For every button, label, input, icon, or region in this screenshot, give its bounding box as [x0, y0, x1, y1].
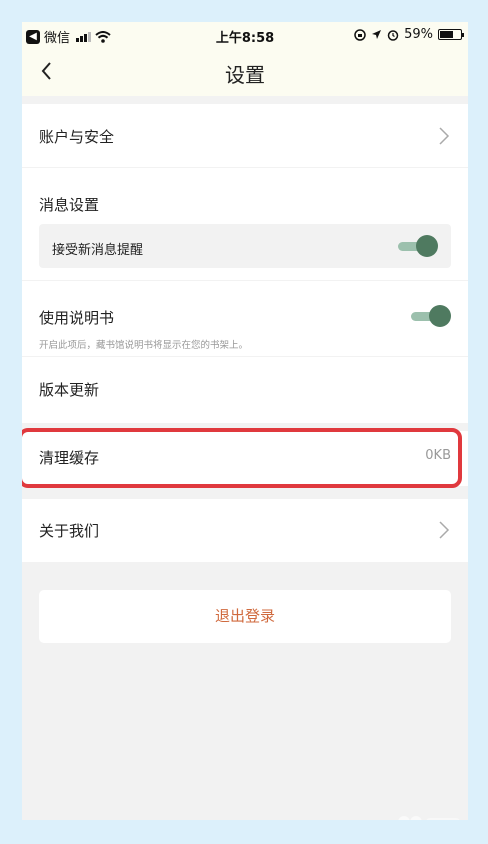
battery-icon	[438, 29, 464, 40]
phone-screen: ◀ 微信 上午8:58 59% 设置 账户与安全 消息设置 接受新消息提醒 使用…	[22, 22, 468, 820]
page-title: 设置	[225, 63, 265, 87]
settings-item-label: 账户与安全	[39, 128, 115, 146]
settings-item-label: 消息设置	[39, 196, 100, 214]
new-message-reminder-toggle[interactable]	[398, 235, 438, 257]
rotation-lock-icon	[354, 28, 366, 41]
chevron-right-icon	[439, 127, 450, 145]
manual-hint: 开启此项后，藏书馆说明书将显示在您的书架上。	[39, 340, 249, 351]
manual-toggle[interactable]	[411, 305, 451, 327]
location-icon	[372, 30, 382, 39]
settings-item-manual: 使用说明书 开启此项后，藏书馆说明书将显示在您的书架上。	[22, 281, 468, 356]
settings-item-about[interactable]: 关于我们	[22, 499, 468, 562]
new-message-reminder-label: 接受新消息提醒	[52, 243, 144, 258]
new-message-reminder-row[interactable]: 接受新消息提醒	[39, 224, 451, 268]
nav-bar: 设置	[22, 48, 468, 96]
settings-item-label: 使用说明书	[39, 309, 115, 327]
settings-item-account[interactable]: 账户与安全	[22, 104, 468, 167]
settings-item-message: 消息设置 接受新消息提醒	[22, 168, 468, 280]
settings-item-version[interactable]: 版本更新	[22, 357, 468, 423]
alarm-icon	[387, 29, 399, 41]
settings-item-label: 关于我们	[39, 522, 100, 540]
status-bar: ◀ 微信 上午8:58 59%	[22, 22, 468, 48]
highlight-box	[22, 428, 462, 488]
chevron-right-icon	[439, 521, 450, 539]
settings-item-label: 版本更新	[39, 381, 100, 399]
battery-percent: 59%	[404, 27, 433, 42]
watermark-logo	[398, 816, 460, 820]
status-right: 59%	[354, 27, 464, 42]
logout-button[interactable]: 退出登录	[39, 590, 451, 643]
